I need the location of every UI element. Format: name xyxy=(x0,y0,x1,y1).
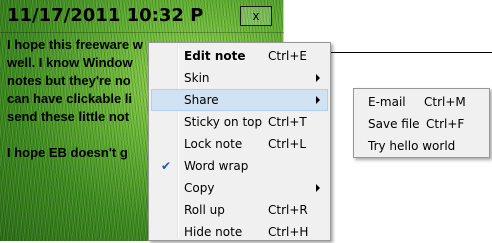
menu-item-label: Hide note xyxy=(184,225,243,239)
checkmark-icon: ✔ xyxy=(160,159,172,173)
note-title-bar[interactable]: 11/17/2011 10:32 P x xyxy=(0,0,284,33)
menu-item-copy[interactable]: Copy xyxy=(151,177,328,199)
menu-item-label: Edit note xyxy=(184,49,246,63)
submenu-item-save-file[interactable]: Save file Ctrl+F xyxy=(356,113,487,135)
menu-item-shortcut: Ctrl+M xyxy=(424,95,466,109)
menu-item-share[interactable]: Share xyxy=(151,89,328,111)
menu-item-shortcut: Ctrl+H xyxy=(268,225,309,239)
menu-item-label: Lock note xyxy=(184,137,243,151)
menu-item-skin[interactable]: Skin xyxy=(151,67,328,89)
close-note-button[interactable]: x xyxy=(240,6,272,26)
submenu-arrow-icon xyxy=(316,74,320,82)
menu-item-label: E-mail xyxy=(368,95,406,109)
menu-item-edit-note[interactable]: Edit note Ctrl+E xyxy=(151,45,328,67)
menu-item-shortcut: Ctrl+R xyxy=(268,203,308,217)
menu-item-label: Sticky on top xyxy=(184,115,263,129)
menu-item-shortcut: Ctrl+F xyxy=(426,117,465,131)
menu-item-hide-note[interactable]: Hide note Ctrl+H xyxy=(151,221,328,243)
menu-item-shortcut: Ctrl+L xyxy=(268,137,307,151)
note-context-menu: Edit note Ctrl+E Skin Share Sticky on to… xyxy=(148,42,331,241)
menu-item-roll-up[interactable]: Roll up Ctrl+R xyxy=(151,199,328,221)
share-submenu: E-mail Ctrl+M Save file Ctrl+F Try hello… xyxy=(353,88,490,158)
menu-item-label: Word wrap xyxy=(184,159,249,173)
menu-item-lock-note[interactable]: Lock note Ctrl+L xyxy=(151,133,328,155)
note-timestamp: 11/17/2011 10:32 P xyxy=(7,5,204,26)
close-icon: x xyxy=(252,8,260,23)
menu-item-label: Copy xyxy=(184,181,215,195)
submenu-arrow-icon xyxy=(316,184,320,192)
menu-item-label: Skin xyxy=(184,71,210,85)
submenu-item-try-hello-world[interactable]: Try hello world xyxy=(356,135,487,157)
submenu-arrow-icon xyxy=(316,96,320,104)
menu-item-sticky-on-top[interactable]: Sticky on top Ctrl+T xyxy=(151,111,328,133)
menu-item-label: Share xyxy=(184,93,219,107)
menu-item-word-wrap[interactable]: ✔ Word wrap xyxy=(151,155,328,177)
menu-item-shortcut: Ctrl+E xyxy=(268,49,307,63)
menu-item-shortcut: Ctrl+T xyxy=(268,115,307,129)
submenu-item-email[interactable]: E-mail Ctrl+M xyxy=(356,91,487,113)
menu-item-label: Try hello world xyxy=(368,139,456,153)
menu-item-label: Roll up xyxy=(184,203,225,217)
menu-item-label: Save file xyxy=(368,117,420,131)
